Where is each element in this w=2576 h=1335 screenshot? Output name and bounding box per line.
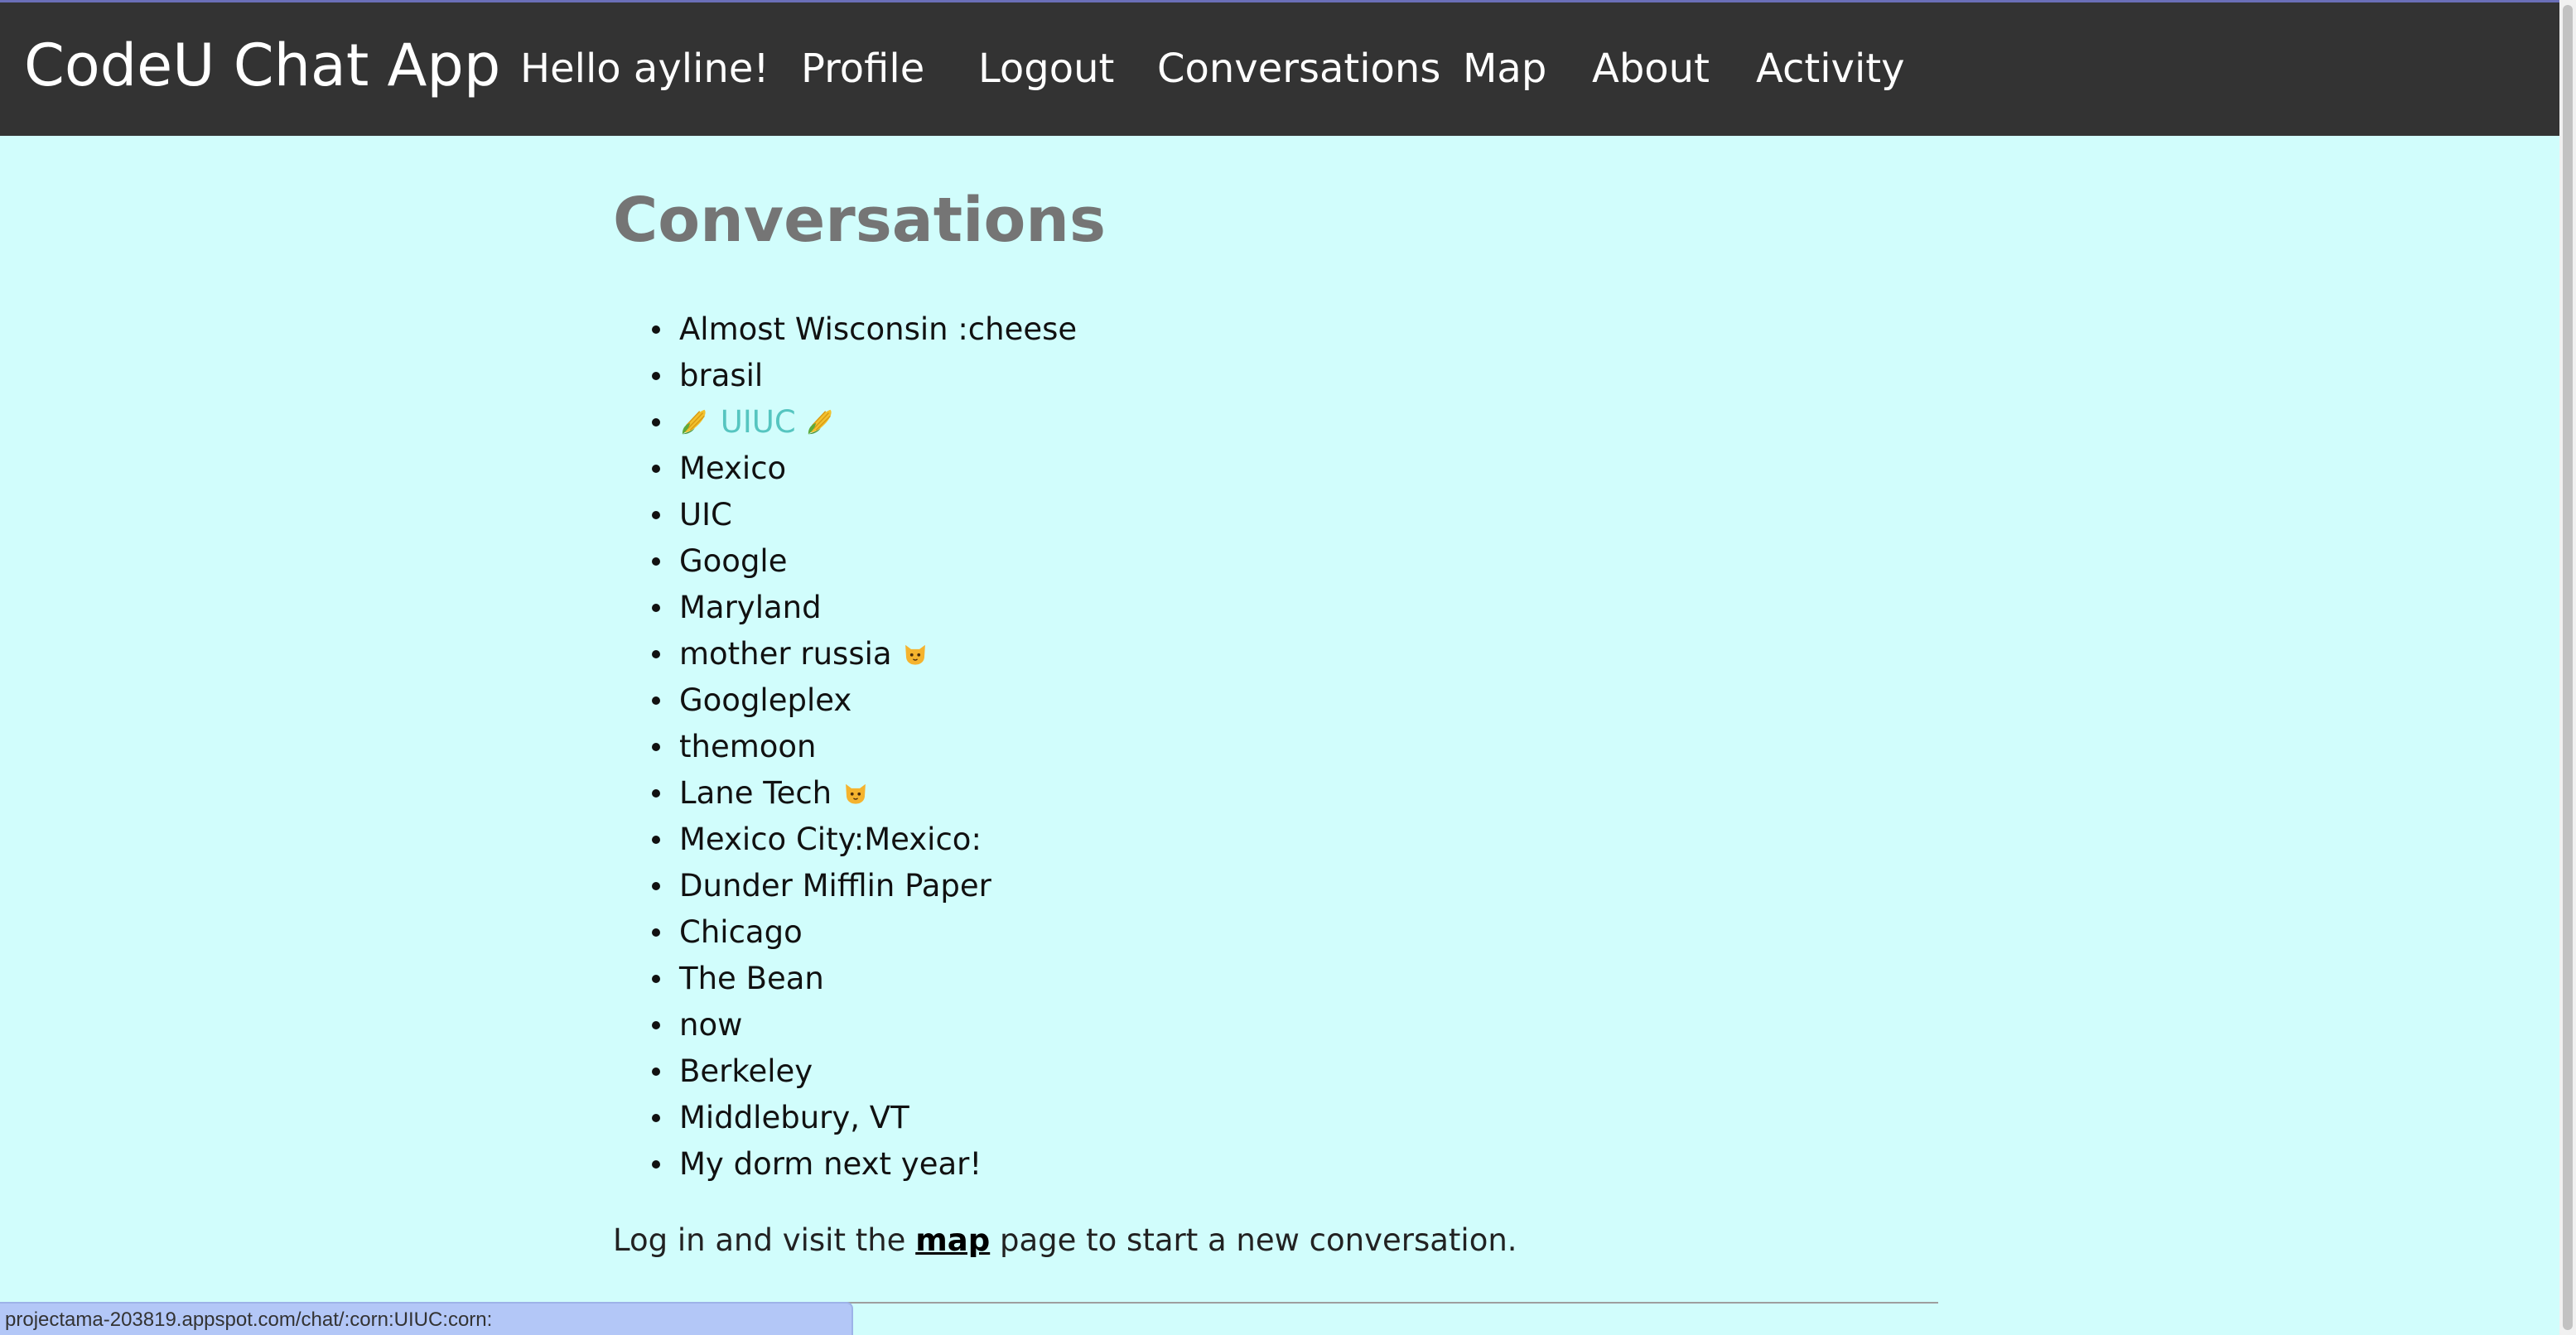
footer-map-link[interactable]: map (915, 1222, 990, 1258)
conversation-link[interactable]: My dorm next year! (679, 1146, 982, 1182)
conversation-link[interactable]: Mexico (679, 451, 786, 486)
conversation-item: brasil (613, 353, 1077, 399)
conversation-item: Almost Wisconsin :cheese (613, 306, 1077, 353)
conversation-item: Dunder Mifflin Paper (613, 863, 1077, 909)
conversation-link[interactable]: Dunder Mifflin Paper (679, 868, 991, 904)
nav-map-link[interactable]: Map (1463, 36, 1546, 102)
nav-logout-link[interactable]: Logout (978, 36, 1114, 102)
conversation-item: My dorm next year! (613, 1141, 1077, 1188)
page-title: Conversations (613, 185, 1107, 256)
conversation-link[interactable]: themoon (679, 729, 817, 764)
conversation-item: Googleplex (613, 677, 1077, 724)
conversation-item: The Bean (613, 956, 1077, 1002)
status-url: projectama-203819.appspot.com/chat/:corn… (5, 1308, 493, 1331)
nav-profile-link[interactable]: Profile (801, 36, 924, 102)
conversation-link[interactable]: Chicago (679, 914, 803, 950)
conversation-item: Lane Tech (613, 770, 1077, 817)
nav-about-link[interactable]: About (1592, 36, 1710, 102)
footer-text-after: page to start a new conversation. (990, 1222, 1517, 1258)
conversation-link[interactable]: Maryland (679, 590, 822, 625)
corn-icon (682, 409, 706, 434)
conversation-link[interactable]: UIUC (721, 404, 796, 440)
conversation-list: Almost Wisconsin :cheese brasil UIUC Mexi… (613, 306, 1077, 1188)
scrollbar-thumb[interactable] (2563, 5, 2573, 1330)
conversation-item: now (613, 1002, 1077, 1048)
cat-icon (846, 783, 866, 804)
browser-status-bar: projectama-203819.appspot.com/chat/:corn… (0, 1302, 853, 1335)
conversation-link[interactable]: Almost Wisconsin :cheese (679, 311, 1077, 347)
brand-logo-link[interactable]: CodeU Chat App (24, 26, 500, 105)
conversation-item: UIC (613, 492, 1077, 538)
conversation-link[interactable]: Berkeley (679, 1053, 813, 1089)
footer-instructions: Log in and visit the map page to start a… (613, 1217, 1517, 1264)
conversation-link[interactable]: Google (679, 543, 787, 579)
navbar: CodeU Chat App Hello ayline! Profile Log… (0, 2, 2559, 136)
nav-greeting: Hello ayline! (520, 46, 769, 92)
conversation-item: Berkeley (613, 1048, 1077, 1095)
conversation-item: Middlebury, VT (613, 1095, 1077, 1141)
conversation-item: Google (613, 538, 1077, 585)
cat-icon (905, 644, 926, 665)
conversation-link[interactable]: UIC (679, 497, 732, 533)
conversation-item: themoon (613, 724, 1077, 770)
corn-icon (808, 409, 832, 434)
conversation-item: UIUC (613, 399, 1077, 446)
conversation-link[interactable]: now (679, 1007, 742, 1043)
conversation-link[interactable]: Middlebury, VT (679, 1100, 909, 1135)
nav-activity-link[interactable]: Activity (1756, 36, 1905, 102)
conversation-item: Mexico (613, 446, 1077, 492)
conversation-link[interactable]: mother russia (679, 636, 892, 672)
conversation-item: Chicago (613, 909, 1077, 956)
footer-text-before: Log in and visit the (613, 1222, 916, 1258)
conversation-link[interactable]: The Bean (679, 961, 824, 996)
conversation-link[interactable]: brasil (679, 358, 763, 393)
conversation-link[interactable]: Googleplex (679, 682, 851, 718)
conversation-item: mother russia (613, 631, 1077, 677)
conversation-link[interactable]: Mexico City:Mexico: (679, 822, 982, 857)
conversation-item: Mexico City:Mexico: (613, 817, 1077, 863)
conversation-item: Maryland (613, 585, 1077, 631)
conversation-link[interactable]: Lane Tech (679, 775, 832, 811)
nav-conversations-link[interactable]: Conversations (1157, 36, 1440, 102)
